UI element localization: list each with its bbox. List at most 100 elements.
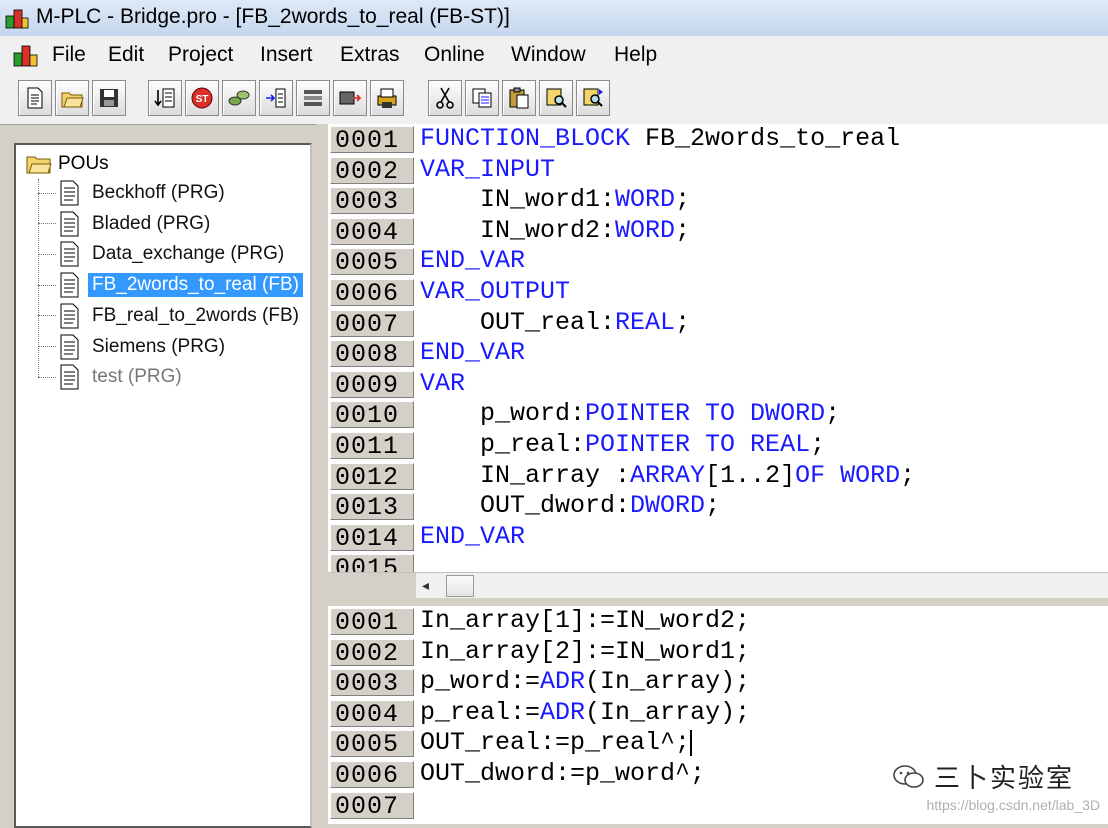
print-button[interactable] [370, 80, 404, 116]
line-number: 0006 [330, 760, 414, 789]
code-line[interactable]: 0011 p_real:POINTER TO REAL; [328, 430, 1108, 461]
find-next-icon [583, 88, 603, 107]
cut-button[interactable] [428, 80, 462, 116]
code-text: VAR_INPUT [420, 155, 555, 185]
print-icon [377, 88, 397, 108]
save-button[interactable] [92, 80, 126, 116]
menu-edit[interactable]: Edit [108, 43, 144, 67]
document-icon [60, 211, 79, 237]
tree-item[interactable]: Data_exchange (PRG) [38, 240, 288, 268]
code-line[interactable]: 0008 END_VAR [328, 338, 1108, 369]
code-text: OUT_dword:DWORD; [420, 491, 720, 521]
code-line[interactable]: 0010 p_word:POINTER TO DWORD; [328, 399, 1108, 430]
menu-help[interactable]: Help [614, 43, 657, 67]
keyword-token: END_VAR [420, 246, 526, 276]
code-line[interactable]: 0002 In_array[2]:=IN_word1; [328, 637, 1108, 668]
toolbar-online-group: ST [148, 80, 404, 118]
code-line[interactable]: 0001 In_array[1]:=IN_word2; [328, 606, 1108, 637]
line-number: 0003 [330, 669, 414, 697]
declaration-editor[interactable]: 0001 FUNCTION_BLOCK FB_2words_to_real 0002… [328, 124, 1108, 572]
code-token: p_word: [420, 399, 586, 429]
copy-button[interactable] [465, 80, 499, 116]
login-button[interactable] [296, 80, 330, 116]
tree-item[interactable]: Siemens (PRG) [38, 333, 229, 361]
document-icon [60, 334, 79, 359]
toolbar-file-group [18, 80, 126, 118]
code-line[interactable]: 0002 VAR_INPUT [328, 155, 1108, 186]
text-caret [690, 729, 693, 756]
keyword-token: DWORD [630, 491, 706, 521]
code-line[interactable]: 0006 VAR_OUTPUT [328, 277, 1108, 308]
code-token: p_real:= [420, 697, 541, 727]
tree-item[interactable]: FB_real_to_2words (FB) [38, 302, 303, 330]
code-text: p_word:POINTER TO DWORD; [420, 399, 840, 429]
tree-item[interactable]: FB_2words_to_real (FB) [38, 271, 303, 299]
code-line[interactable]: 0005 END_VAR [328, 246, 1108, 277]
code-token: ; [705, 491, 721, 521]
scroll-left-icon[interactable]: ◂ [422, 577, 429, 594]
find-next-button[interactable] [576, 80, 610, 116]
code-line[interactable]: 0015 [328, 552, 1108, 572]
line-number: 0009 [330, 370, 414, 399]
scrollbar-thumb[interactable] [446, 575, 474, 597]
tree-connector [38, 192, 56, 194]
code-line[interactable]: 0014 END_VAR [328, 522, 1108, 553]
keyword-token: END_VAR [420, 521, 526, 551]
vertical-splitter[interactable] [316, 124, 328, 824]
paste-button[interactable] [502, 80, 536, 116]
new-file-button[interactable] [18, 80, 52, 116]
code-line[interactable]: 0013 OUT_dword:DWORD; [328, 491, 1108, 522]
tree-item[interactable]: test (PRG) [38, 363, 186, 391]
line-number: 0004 [330, 699, 414, 728]
menu-project[interactable]: Project [168, 43, 233, 67]
line-number: 0003 [330, 187, 414, 215]
tree-root-pous[interactable]: POUs [26, 153, 109, 175]
menu-file[interactable]: File [52, 43, 86, 67]
code-line[interactable]: 0005 OUT_real:=p_real^; [328, 728, 1108, 759]
code-line[interactable]: 0003 p_word:=ADR(In_array); [328, 667, 1108, 698]
login-icon [304, 90, 322, 106]
code-line[interactable]: 0003 IN_word1:WORD; [328, 185, 1108, 216]
tree-item[interactable]: Bladed (PRG) [38, 210, 214, 238]
menu-online[interactable]: Online [424, 43, 485, 67]
code-line[interactable]: 0004 IN_word2:WORD; [328, 216, 1108, 247]
code-line[interactable]: 0009 VAR [328, 369, 1108, 400]
code-text: IN_array :ARRAY[1..2]OF WORD; [420, 461, 915, 491]
code-line[interactable]: 0007 OUT_real:REAL; [328, 308, 1108, 339]
run-button[interactable] [222, 80, 256, 116]
find-button[interactable] [539, 80, 573, 116]
new-file-icon [27, 87, 43, 109]
code-line[interactable]: 0004 p_real:=ADR(In_array); [328, 698, 1108, 729]
keyword-token: VAR_OUTPUT [420, 276, 571, 306]
tree-item-label: Data_exchange (PRG) [92, 243, 285, 265]
tree-root-label: POUs [58, 153, 109, 174]
document-icon [60, 303, 79, 329]
menu-window[interactable]: Window [511, 43, 586, 67]
open-button[interactable] [55, 80, 89, 116]
stop-button[interactable]: ST [185, 80, 219, 116]
tree-item[interactable]: Beckhoff (PRG) [38, 179, 229, 207]
menu-insert[interactable]: Insert [260, 43, 313, 67]
code-token: ; [900, 460, 916, 490]
download-button[interactable] [148, 80, 182, 116]
code-line[interactable]: 0001 FUNCTION_BLOCK FB_2words_to_real [328, 124, 1108, 155]
menu-extras[interactable]: Extras [340, 43, 400, 67]
document-menu-icon[interactable] [12, 42, 40, 68]
horizontal-scrollbar[interactable]: ◂ [328, 572, 1108, 599]
code-token: IN_word1: [420, 185, 616, 215]
menu-bar: File Edit Project Insert Extras Online W… [0, 36, 1108, 74]
document-icon [60, 272, 79, 298]
save-icon [100, 89, 118, 107]
tree-item-label: Beckhoff (PRG) [92, 182, 225, 203]
line-number: 0007 [330, 309, 414, 338]
code-text: p_real:=ADR(In_array); [420, 698, 750, 728]
code-line[interactable]: 0012 IN_array :ARRAY[1..2]OF WORD; [328, 461, 1108, 492]
code-text: IN_word2:WORD; [420, 216, 690, 246]
keyword-token: WORD [615, 215, 676, 245]
step-button[interactable] [259, 80, 293, 116]
code-token: ; [810, 429, 826, 459]
tree-connector [38, 315, 56, 317]
keyword-token: FUNCTION_BLOCK [420, 124, 631, 153]
code-token: (In_array); [585, 697, 751, 727]
logout-button[interactable] [333, 80, 367, 116]
